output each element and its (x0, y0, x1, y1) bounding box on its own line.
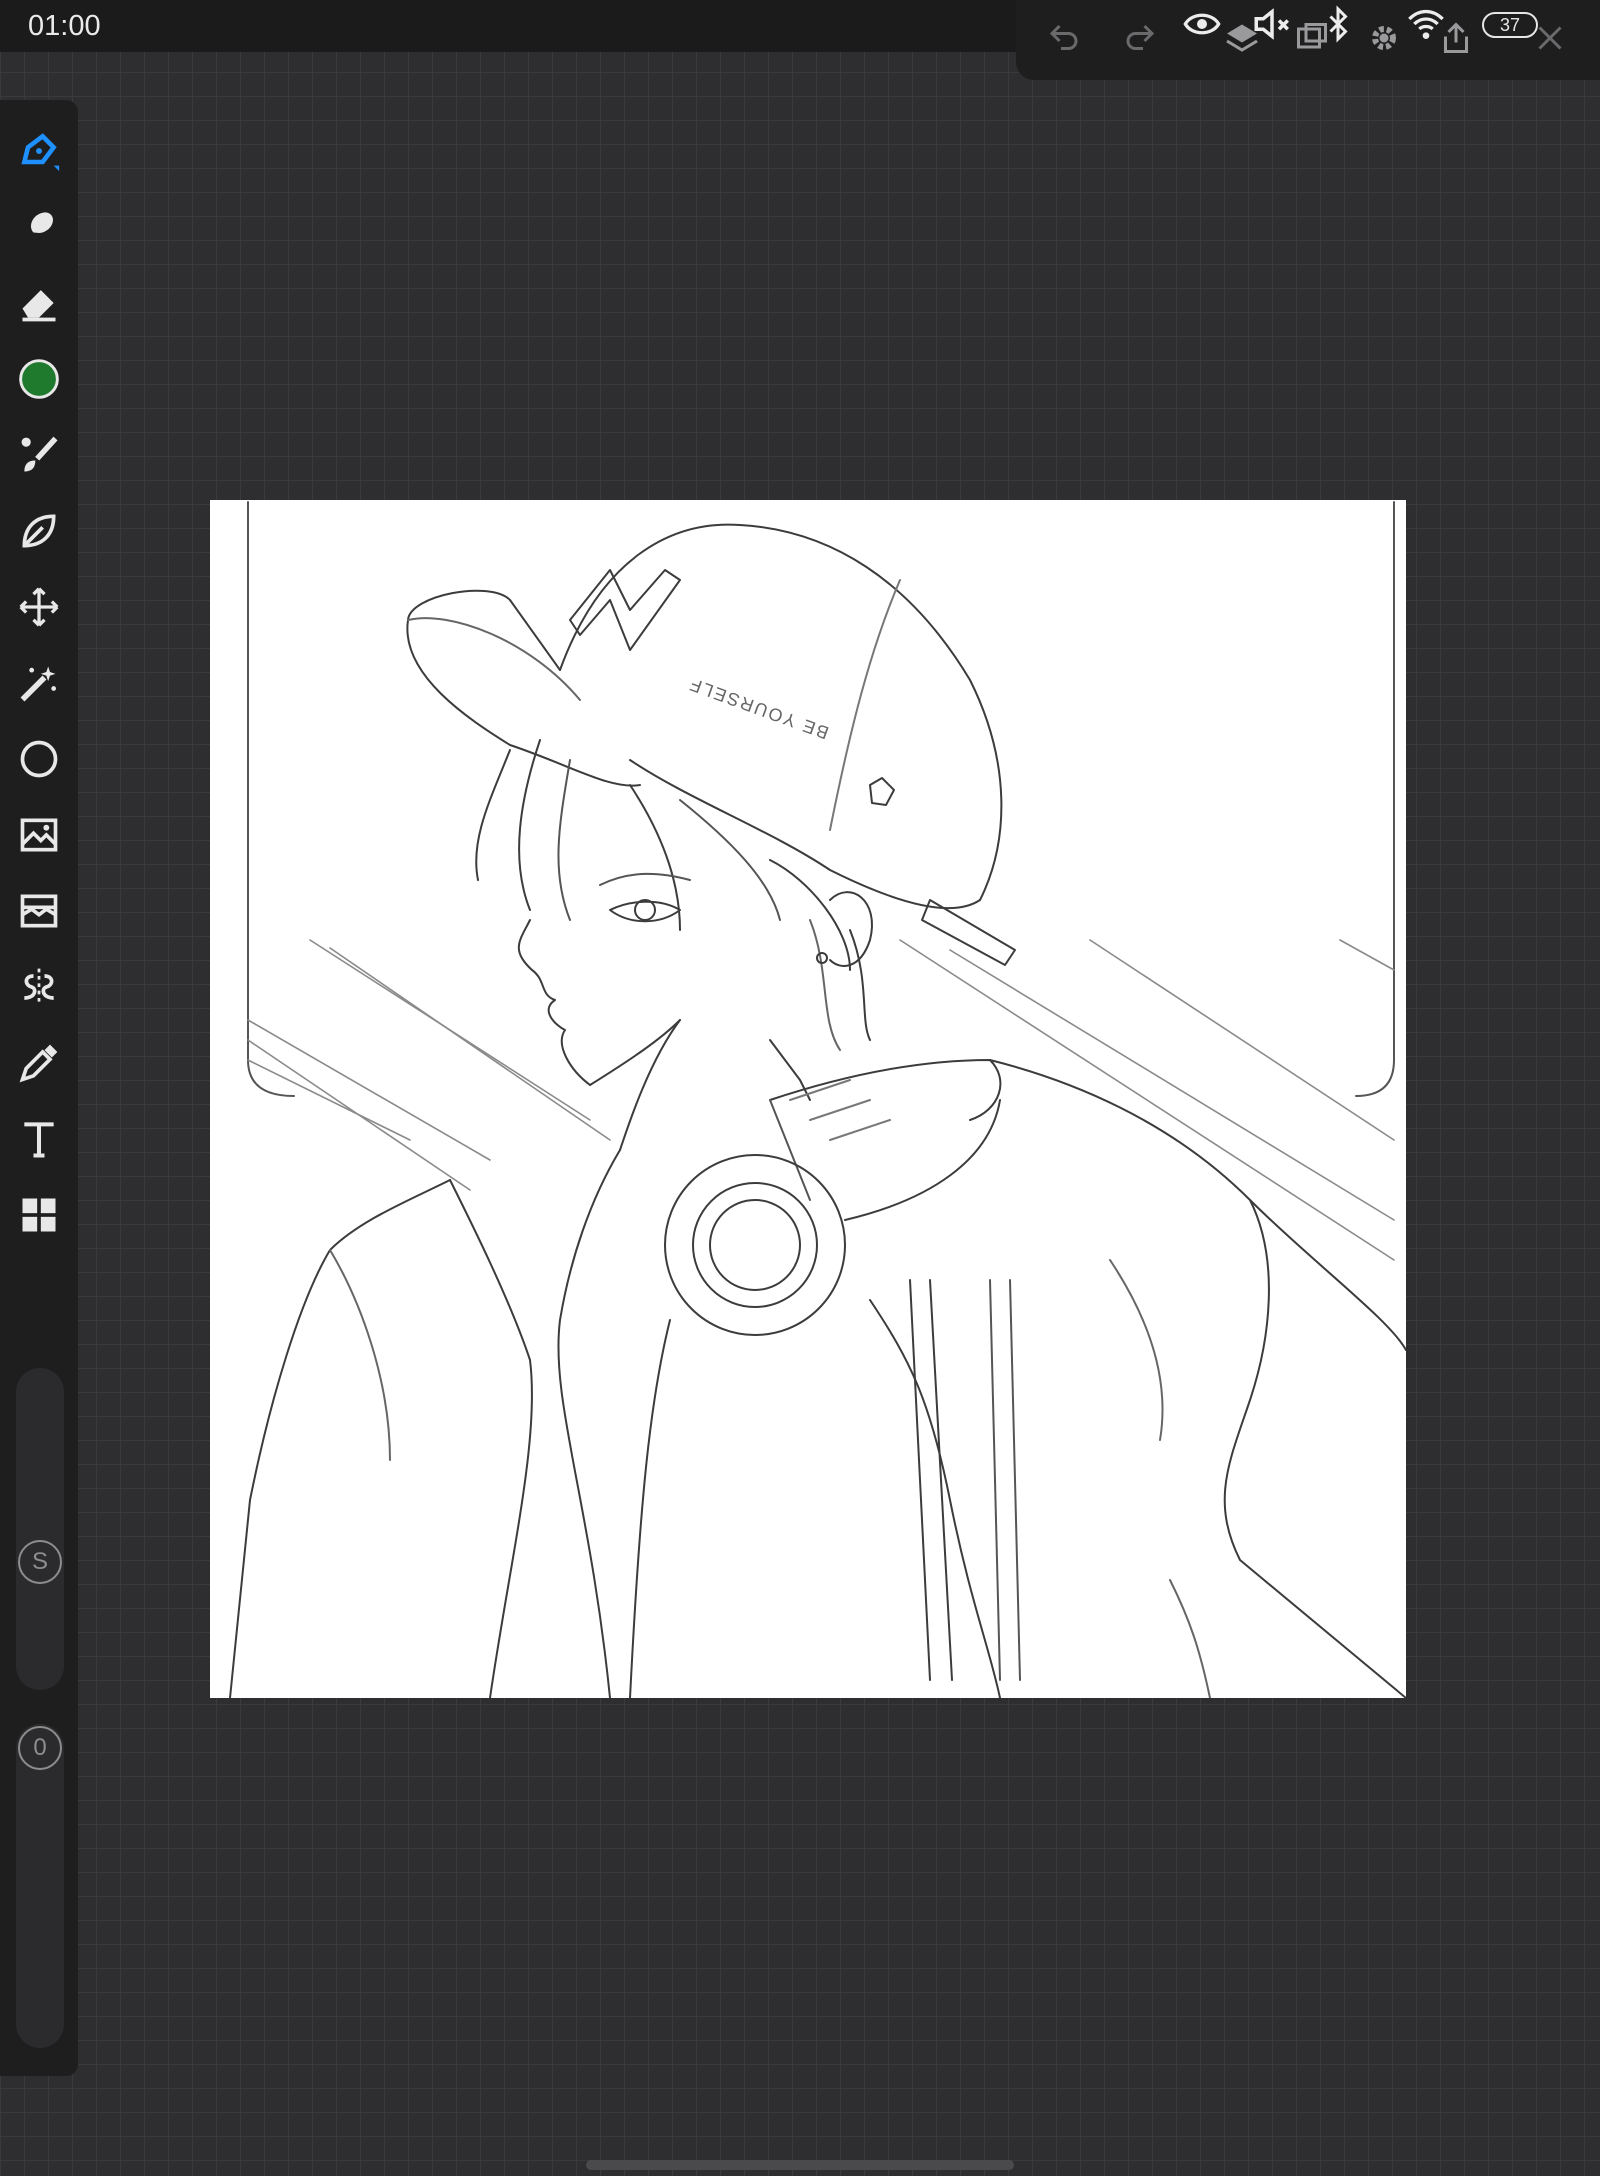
drawing-canvas[interactable]: BE YOURSELF (210, 500, 1406, 1698)
grid-icon (22, 1198, 56, 1232)
text-icon (24, 1122, 54, 1158)
undo-button[interactable] (1044, 16, 1084, 60)
smudge-tool[interactable] (14, 202, 64, 252)
eraser-tool[interactable] (14, 278, 64, 328)
brush-library-tool[interactable] (14, 430, 64, 480)
pen-tool[interactable] (14, 126, 64, 176)
eyedropper-icon (19, 1044, 58, 1083)
status-time: 01:00 (28, 10, 101, 42)
cap-text: BE YOURSELF (686, 674, 832, 743)
brush-icon (21, 436, 58, 472)
battery-indicator: 37 (1482, 12, 1538, 38)
redo-button[interactable] (1120, 16, 1160, 60)
color-swatch-icon (19, 359, 59, 399)
brush-size-slider[interactable]: S (16, 1368, 64, 1690)
brush-opacity-slider[interactable]: 0 (16, 1724, 64, 2048)
magic-wand-icon (20, 666, 57, 702)
move-tool[interactable] (14, 582, 64, 632)
image-import-tool[interactable] (14, 810, 64, 860)
mute-icon (1248, 4, 1296, 44)
more-tools[interactable] (14, 1190, 64, 1240)
eye-icon (1180, 4, 1224, 44)
undo-icon (1049, 24, 1078, 50)
magic-wand-tool[interactable] (14, 658, 64, 708)
redo-icon (1126, 24, 1155, 50)
adjustments-icon (20, 894, 58, 928)
move-icon (19, 587, 59, 627)
circle-icon (20, 740, 58, 778)
text-tool[interactable] (14, 1114, 64, 1164)
brush-opacity-knob[interactable]: 0 (18, 1726, 62, 1770)
color-picker-swatch[interactable] (14, 354, 64, 404)
eraser-icon (22, 290, 56, 322)
lasso-fill-tool[interactable] (14, 506, 64, 556)
gear-icon (1372, 26, 1396, 50)
wifi-icon (1404, 4, 1448, 44)
leaf-icon (22, 514, 56, 548)
symmetry-tool[interactable] (14, 962, 64, 1012)
sketch-artwork: BE YOURSELF (229, 501, 1406, 1698)
brush-size-knob[interactable]: S (18, 1540, 62, 1584)
shape-tool[interactable] (14, 734, 64, 784)
symmetry-icon (24, 968, 54, 1006)
pen-icon (21, 133, 60, 172)
settings-button[interactable] (1364, 16, 1404, 60)
eyedropper-tool[interactable] (14, 1038, 64, 1088)
smudge-icon (24, 212, 53, 244)
home-indicator[interactable] (586, 2160, 1014, 2170)
adjustments-tool[interactable] (14, 886, 64, 936)
bluetooth-icon (1320, 4, 1356, 44)
image-icon (20, 818, 58, 852)
